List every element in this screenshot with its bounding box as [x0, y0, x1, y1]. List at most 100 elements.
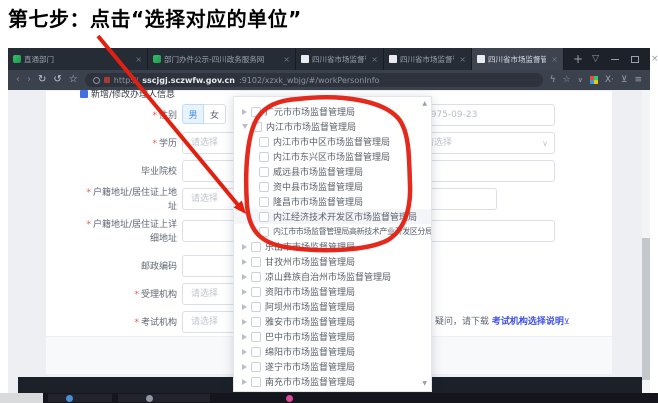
tree-item[interactable]: 巴中市市场监督管理局 [234, 329, 431, 344]
tab-close-icon[interactable]: × [283, 55, 290, 64]
checkbox[interactable] [251, 362, 261, 372]
expand-arrow-icon[interactable] [242, 244, 247, 250]
right-input-2[interactable] [416, 220, 555, 242]
checkbox[interactable] [251, 257, 261, 267]
tab-close-icon[interactable]: × [459, 55, 466, 64]
tree-item[interactable]: 资阳市市场监督管理局 [234, 284, 431, 299]
bookmark-star-icon[interactable]: ☆ [69, 75, 78, 85]
taskbar-app-button[interactable] [48, 394, 112, 402]
expand-arrow-icon[interactable] [242, 379, 247, 385]
tree-item[interactable]: 绵阳市市场监督管理局 [234, 344, 431, 359]
gender-female-button[interactable]: 女 [204, 104, 226, 124]
checkbox[interactable] [251, 332, 261, 342]
browser-tab-1[interactable]: 直通部门 × [8, 48, 148, 70]
checkbox[interactable] [251, 347, 261, 357]
tree-item[interactable]: 内江市市场监督管理局高新技术产业开发区分局 [234, 224, 431, 239]
tree-item[interactable]: 乐山市市场监督管理局 [234, 239, 431, 254]
chevron-down-icon[interactable]: ∨ [578, 77, 583, 84]
expand-arrow-icon[interactable] [242, 259, 247, 265]
checkbox[interactable] [251, 107, 261, 117]
translate-icon[interactable]: X· [605, 76, 614, 85]
checkbox[interactable] [251, 287, 261, 297]
site-info-icon[interactable] [93, 77, 100, 84]
checkbox[interactable] [259, 212, 269, 222]
tree-item[interactable]: 威远县市场监督管理局 [234, 164, 431, 179]
url-field[interactable]: http://sscjgj.sczwfw.gov.cn:9102/xzxk_wb… [85, 73, 543, 87]
new-tab-button[interactable]: + [564, 48, 592, 70]
expand-arrow-icon[interactable] [242, 289, 247, 295]
history-icon[interactable]: ↺ [53, 75, 61, 85]
checkbox[interactable] [251, 377, 261, 387]
checkbox[interactable] [251, 317, 261, 327]
scroll-up-icon[interactable]: ▲ [422, 101, 427, 107]
menu-icon[interactable]: ≡ [634, 76, 642, 85]
checkbox[interactable] [252, 122, 262, 132]
url-scheme: http:// [114, 76, 139, 85]
tree-item[interactable]: 甘孜州市场监督管理局 [234, 254, 431, 269]
tree-item[interactable]: 隆昌市市场监督管理局 [234, 194, 431, 209]
gray-app-icon[interactable] [146, 395, 153, 402]
tab-close-icon[interactable]: × [371, 55, 378, 64]
checkbox[interactable] [259, 197, 269, 207]
expand-arrow-icon[interactable] [242, 334, 247, 340]
tree-item[interactable]: 内江市市中区市场监督管理局 [234, 134, 431, 149]
maximize-icon[interactable] [631, 56, 639, 63]
browser-tab-2[interactable]: 部门办件公示-四川政务服务网 × [148, 48, 296, 70]
tray-download-icon[interactable]: ▽ [592, 54, 599, 64]
birth-date-input[interactable]: 1975-09-23 [416, 104, 555, 126]
download-icon[interactable]: ⊻ [621, 76, 628, 85]
tree-item[interactable]: 南充市市场监督管理局 [234, 374, 431, 389]
tree-item[interactable]: 阿坝州市场监督管理局 [234, 299, 431, 314]
checkbox[interactable] [259, 167, 269, 177]
expand-arrow-icon[interactable] [242, 109, 247, 115]
required-mark: * [152, 111, 157, 121]
tree-item[interactable]: 雅安市市场监督管理局 [234, 314, 431, 329]
expand-arrow-icon[interactable] [242, 274, 247, 280]
collapse-arrow-icon[interactable] [242, 124, 248, 129]
checkbox[interactable] [259, 137, 269, 147]
reload-icon[interactable]: ↻ [38, 75, 46, 85]
tree-item[interactable]: 广元市市场监督管理局 [234, 104, 431, 119]
extensions-grid-icon[interactable] [590, 76, 598, 84]
checkbox[interactable] [259, 227, 269, 237]
checkbox[interactable] [251, 272, 261, 282]
expand-arrow-icon[interactable] [242, 349, 247, 355]
tree-item[interactable]: 内江市东兴区市场监督管理局 [234, 149, 431, 164]
tab-close-icon[interactable]: × [135, 55, 142, 64]
site-badge-icon [104, 77, 110, 83]
close-icon[interactable]: × [651, 54, 658, 64]
blue-app-icon[interactable] [66, 395, 73, 402]
tree-item[interactable]: 资中县市场监督管理局 [234, 179, 431, 194]
browser-tab-5-active[interactable]: 四川省市场监督管理局网上办 × [472, 48, 564, 70]
forward-icon[interactable]: › [27, 75, 31, 85]
tab-title: 四川省市场监督管理局网上办 [400, 54, 454, 65]
tab-close-icon[interactable]: × [551, 55, 558, 64]
exam-org-guide-link[interactable]: 考试机构选择说明 [492, 317, 564, 327]
checkbox[interactable] [251, 242, 261, 252]
pink-app-icon[interactable] [286, 395, 293, 402]
page-scrollbar-thumb[interactable] [642, 238, 650, 380]
field-label-detail-address: *户籍地址/居住证上详细地址 [85, 218, 177, 246]
tree-item[interactable]: 凉山彝族自治州市场监督管理局 [234, 269, 431, 284]
expand-arrow-icon[interactable] [242, 304, 247, 310]
right-input-1[interactable] [416, 160, 555, 182]
tree-item-highlighted[interactable]: 内江经济技术开发区市场监督管理局 [234, 209, 431, 224]
chevron-down-icon: ∨ [542, 134, 548, 154]
taskbar-app-button[interactable] [118, 394, 210, 402]
back-icon[interactable]: ‹ [16, 75, 20, 85]
minimize-icon[interactable] [611, 59, 619, 60]
tree-item[interactable]: 内江市市场监督管理局 [234, 119, 431, 134]
gender-male-button[interactable]: 男 [182, 104, 204, 124]
right-select[interactable]: 请选择∨ [416, 132, 555, 154]
expand-arrow-icon[interactable] [242, 364, 247, 370]
speed-mode-icon[interactable]: ϟ [550, 76, 556, 85]
expand-arrow-icon[interactable] [242, 319, 247, 325]
checkbox[interactable] [259, 152, 269, 162]
browser-tab-3[interactable]: 四川省市场监督管理局网上办 × [296, 48, 384, 70]
checkbox[interactable] [259, 182, 269, 192]
tree-item[interactable]: 遂宁市市场监督管理局 [234, 359, 431, 374]
checkbox[interactable] [251, 302, 261, 312]
favorite-star-icon[interactable]: ☆ [563, 76, 571, 85]
scroll-down-icon[interactable]: ▼ [422, 381, 427, 387]
browser-tab-4[interactable]: 四川省市场监督管理局网上办 × [384, 48, 472, 70]
